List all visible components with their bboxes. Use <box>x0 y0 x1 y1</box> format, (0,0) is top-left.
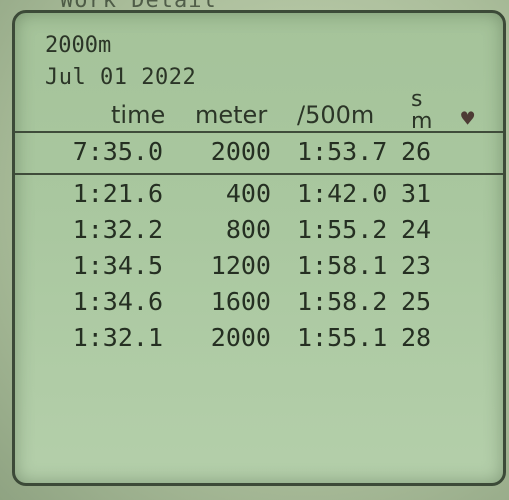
summary-divider <box>15 173 503 175</box>
summary-time: 7:35.0 <box>72 137 163 166</box>
interval-spm: 24 <box>401 215 432 244</box>
lcd-screen: 2000m Jul 01 2022 time meter /500m s m ♥… <box>12 10 506 486</box>
interval-spm: 28 <box>401 323 432 352</box>
workout-distance: 2000m <box>45 33 112 58</box>
stroke-rate-top: s <box>410 87 423 112</box>
interval-spm: 31 <box>401 179 432 208</box>
interval-meter: 800 <box>225 215 271 244</box>
interval-split: 1:58.1 <box>297 251 388 280</box>
interval-split: 1:58.2 <box>297 287 388 316</box>
interval-split: 1:55.2 <box>297 215 388 244</box>
table-row: 1:21.6 400 1:42.0 31 <box>15 179 503 213</box>
interval-spm: 25 <box>401 287 432 316</box>
column-header-stroke-rate: s m <box>401 89 432 133</box>
interval-time: 1:32.2 <box>72 215 163 244</box>
interval-meter: 1200 <box>210 251 271 280</box>
table-row: 1:32.1 2000 1:55.1 28 <box>15 323 503 357</box>
column-header-meter: meter <box>195 101 268 129</box>
interval-meter: 400 <box>225 179 271 208</box>
interval-time: 1:34.5 <box>72 251 163 280</box>
interval-meter: 1600 <box>210 287 271 316</box>
table-row: 1:34.6 1600 1:58.2 25 <box>15 287 503 321</box>
interval-split: 1:55.1 <box>297 323 388 352</box>
summary-split: 1:53.7 <box>297 137 388 166</box>
table-row: 1:34.5 1200 1:58.1 23 <box>15 251 503 285</box>
summary-spm: 26 <box>401 137 432 166</box>
summary-row: 7:35.0 2000 1:53.7 26 <box>15 137 503 171</box>
column-header-split: /500m <box>297 101 375 129</box>
column-header-time: time <box>111 101 166 129</box>
summary-meter: 2000 <box>210 137 271 166</box>
interval-time: 1:34.6 <box>72 287 163 316</box>
interval-meter: 2000 <box>210 323 271 352</box>
workout-date: Jul 01 2022 <box>45 65 197 90</box>
stroke-rate-bottom: m <box>411 109 433 134</box>
header-divider <box>15 131 503 133</box>
monitor-bezel: Work Detail 2000m Jul 01 2022 time meter… <box>0 0 509 500</box>
interval-time: 1:21.6 <box>72 179 163 208</box>
interval-spm: 23 <box>401 251 432 280</box>
interval-time: 1:32.1 <box>72 323 163 352</box>
table-row: 1:32.2 800 1:55.2 24 <box>15 215 503 249</box>
heart-icon: ♥ <box>461 107 475 132</box>
interval-split: 1:42.0 <box>297 179 388 208</box>
